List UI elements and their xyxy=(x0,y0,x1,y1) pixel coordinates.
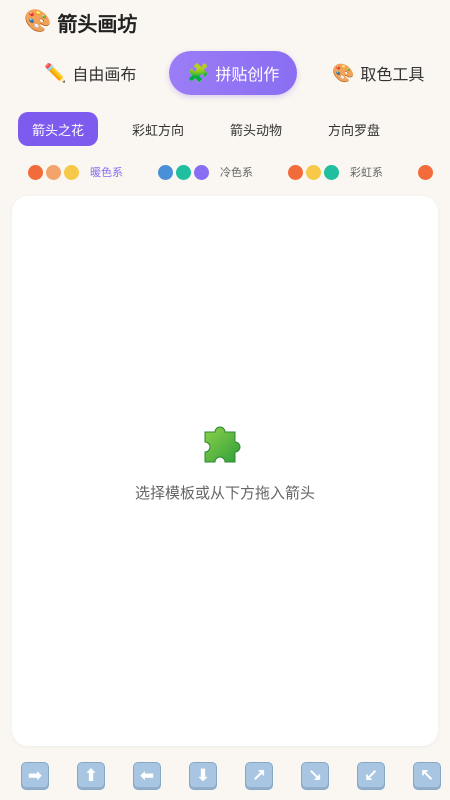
color-swatch xyxy=(64,164,79,180)
arrow-glyph: ➡ xyxy=(27,766,43,786)
color-swatch xyxy=(324,164,339,180)
tab-color-picker[interactable]: 🎨 取色工具 xyxy=(332,51,424,95)
mode-tabs: ✏️ 自由画布 🧩 拼贴创作 🎨 取色工具 xyxy=(0,48,450,98)
category-label: 方向罗盘 xyxy=(328,123,381,139)
app-header: 🎨 箭头画坊 xyxy=(24,6,137,38)
arrow-glyph: ↖ xyxy=(419,766,435,786)
arrow-glyph: ⬆ xyxy=(83,766,99,786)
color-swatch xyxy=(194,164,209,180)
color-swatch xyxy=(306,164,321,180)
tab-free-canvas[interactable]: ✏️ 自由画布 xyxy=(44,51,136,95)
arrow-left-icon[interactable]: ⬅ xyxy=(133,762,161,790)
template-categories: 箭头之花 彩虹方向 箭头动物 方向罗盘 xyxy=(0,110,450,150)
category-label: 箭头动物 xyxy=(230,123,283,139)
arrow-glyph: ↗ xyxy=(251,766,267,786)
arrow-glyph: ⬅ xyxy=(139,766,155,786)
category-arrow-flower[interactable]: 箭头之花 xyxy=(18,112,99,146)
arrow-glyph: ⬇ xyxy=(195,766,211,786)
arrow-down-icon[interactable]: ⬇ xyxy=(189,762,217,790)
palette-partial[interactable] xyxy=(418,162,433,182)
palette-cool[interactable]: 冷色系 xyxy=(158,162,253,182)
canvas-placeholder: 选择模板或从下方拖入箭头 xyxy=(12,416,438,503)
collage-canvas[interactable]: 选择模板或从下方拖入箭头 xyxy=(12,196,438,746)
arrow-palette: ➡ ⬆ ⬅ ⬇ ↗ ↘ ↙ ↖ xyxy=(0,760,450,792)
color-swatch xyxy=(288,164,303,180)
category-arrow-animals[interactable]: 箭头动物 xyxy=(230,112,282,146)
color-swatch xyxy=(46,164,61,180)
color-swatch xyxy=(418,164,433,180)
category-label: 彩虹方向 xyxy=(132,123,185,139)
arrow-glyph: ↙ xyxy=(363,766,379,786)
color-swatch xyxy=(28,164,43,180)
palette-name: 冷色系 xyxy=(220,166,253,179)
palette-name: 彩虹系 xyxy=(350,166,383,179)
category-rainbow-direction[interactable]: 彩虹方向 xyxy=(132,112,184,146)
palette-icon: 🎨 xyxy=(332,62,355,84)
arrow-up-icon[interactable]: ⬆ xyxy=(77,762,105,790)
arrow-up-left-icon[interactable]: ↖ xyxy=(413,762,441,790)
tab-label: 取色工具 xyxy=(360,65,425,84)
color-swatch xyxy=(176,164,191,180)
palette-rainbow[interactable]: 彩虹系 xyxy=(288,162,383,182)
pencil-icon: ✏️ xyxy=(44,62,67,84)
canvas-hint: 选择模板或从下方拖入箭头 xyxy=(134,484,315,502)
palette-name: 暖色系 xyxy=(90,166,123,179)
palette-icon: 🎨 xyxy=(24,9,52,34)
puzzle-icon: 🧩 xyxy=(187,62,210,84)
arrow-glyph: ↘ xyxy=(307,766,323,786)
arrow-down-right-icon[interactable]: ↘ xyxy=(301,762,329,790)
tab-label: 自由画布 xyxy=(72,65,137,84)
tab-collage[interactable]: 🧩 拼贴创作 xyxy=(169,51,298,95)
app-title: 箭头画坊 xyxy=(57,11,138,36)
puzzle-icon xyxy=(204,426,241,463)
arrow-right-icon[interactable]: ➡ xyxy=(21,762,49,790)
color-swatch xyxy=(158,164,173,180)
category-label: 箭头之花 xyxy=(32,123,85,139)
arrow-down-left-icon[interactable]: ↙ xyxy=(357,762,385,790)
color-palettes: 暖色系 冷色系 彩虹系 xyxy=(0,160,450,186)
tab-label: 拼贴创作 xyxy=(215,65,280,84)
category-direction-compass[interactable]: 方向罗盘 xyxy=(328,112,380,146)
arrow-up-right-icon[interactable]: ↗ xyxy=(245,762,273,790)
palette-warm[interactable]: 暖色系 xyxy=(28,162,123,182)
